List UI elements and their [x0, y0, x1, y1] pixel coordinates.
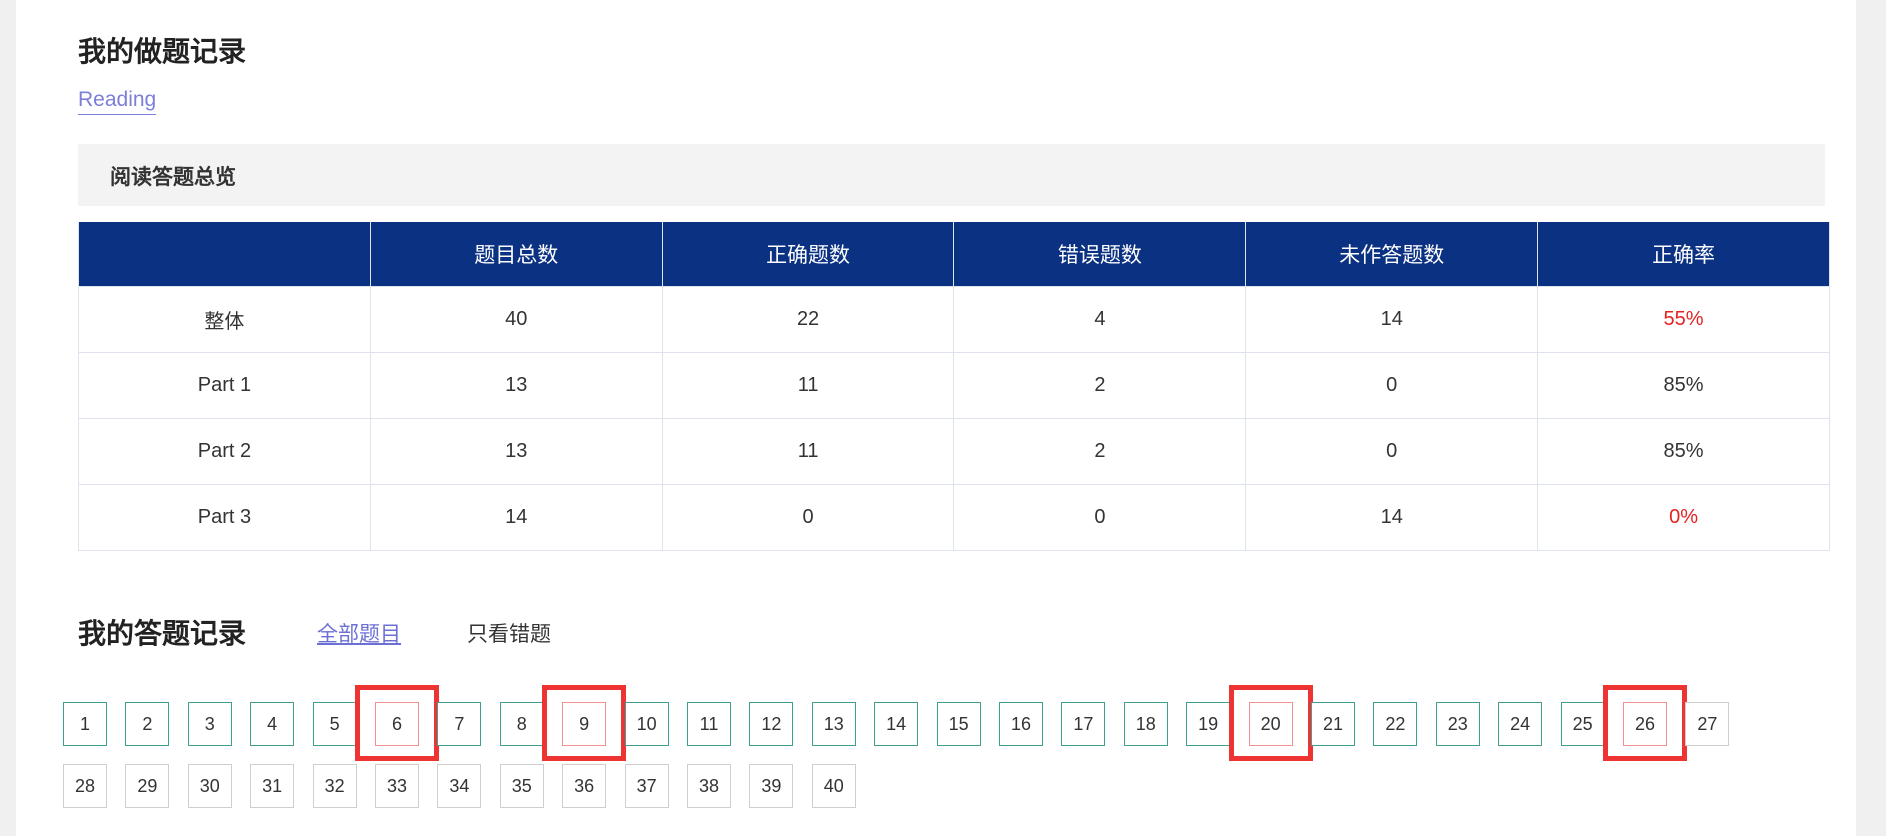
header-cell-correct: 正确题数	[661, 222, 955, 287]
question-button-7[interactable]: 7	[437, 702, 482, 746]
table-row: Part 3 14 0 0 14 0%	[78, 484, 1830, 551]
question-button-39[interactable]: 39	[749, 764, 794, 808]
question-button-5[interactable]: 5	[312, 702, 357, 746]
cell-total: 40	[369, 286, 663, 353]
question-button-36[interactable]: 36	[562, 764, 607, 808]
question-button-15[interactable]: 15	[936, 702, 981, 746]
main-panel: 我的做题记录 Reading 阅读答题总览 题目总数 正确题数 错误题数 未作答…	[16, 0, 1856, 836]
question-button-17[interactable]: 17	[1061, 702, 1106, 746]
question-button-4[interactable]: 4	[250, 702, 295, 746]
header-cell-label	[78, 222, 371, 287]
question-button-12[interactable]: 12	[749, 702, 794, 746]
question-button-16[interactable]: 16	[999, 702, 1043, 746]
header-cell-rate: 正确率	[1537, 222, 1830, 287]
question-button-14[interactable]: 14	[874, 702, 919, 746]
question-button-24[interactable]: 24	[1498, 702, 1543, 746]
cell-wrong: 0	[953, 484, 1247, 551]
cell-rate: 0%	[1537, 484, 1830, 551]
question-button-28[interactable]: 28	[63, 764, 107, 808]
question-button-31[interactable]: 31	[250, 764, 295, 808]
cell-wrong: 4	[953, 286, 1247, 353]
cell-label: 整体	[78, 286, 371, 353]
question-button-13[interactable]: 13	[811, 702, 856, 746]
cell-label: Part 2	[78, 418, 371, 485]
record-title: 我的答题记录	[78, 617, 247, 650]
question-button-8[interactable]: 8	[499, 702, 544, 746]
question-button-25[interactable]: 25	[1560, 702, 1605, 746]
question-button-35[interactable]: 35	[499, 764, 544, 808]
question-button-19[interactable]: 19	[1186, 702, 1231, 746]
page-title: 我的做题记录	[78, 35, 247, 68]
summary-table: 题目总数 正确题数 错误题数 未作答题数 正确率 整体 40 22 4 14 55% Par…	[78, 222, 1830, 551]
table-row: Part 1 13 11 2 0 85%	[78, 352, 1830, 419]
question-button-32[interactable]: 32	[312, 764, 357, 808]
table-header-row: 题目总数 正确题数 错误题数 未作答题数 正确率	[78, 222, 1830, 287]
cell-unanswered: 0	[1245, 352, 1539, 419]
question-button-6[interactable]: 6	[375, 702, 419, 746]
cell-label: Part 1	[78, 352, 371, 419]
cell-rate: 55%	[1537, 286, 1830, 353]
question-button-29[interactable]: 29	[125, 764, 170, 808]
question-button-23[interactable]: 23	[1435, 702, 1480, 746]
question-button-2[interactable]: 2	[125, 702, 170, 746]
question-button-34[interactable]: 34	[437, 764, 482, 808]
cell-unanswered: 14	[1245, 484, 1539, 551]
cell-unanswered: 0	[1245, 418, 1539, 485]
cell-unanswered: 14	[1245, 286, 1539, 353]
cell-wrong: 2	[953, 418, 1247, 485]
cell-correct: 11	[661, 418, 955, 485]
question-button-38[interactable]: 38	[687, 764, 731, 808]
question-button-30[interactable]: 30	[187, 764, 232, 808]
cell-correct: 22	[661, 286, 955, 353]
table-row: 整体 40 22 4 14 55%	[78, 286, 1830, 353]
overview-title: 阅读答题总览	[110, 165, 236, 189]
tab-reading[interactable]: Reading	[78, 88, 157, 115]
question-button-33[interactable]: 33	[375, 764, 419, 808]
overview-header: 阅读答题总览	[78, 144, 1825, 206]
question-button-22[interactable]: 22	[1373, 702, 1418, 746]
cell-rate: 85%	[1537, 418, 1830, 485]
cell-total: 14	[369, 484, 663, 551]
question-button-1[interactable]: 1	[63, 702, 107, 746]
question-button-10[interactable]: 10	[624, 702, 669, 746]
question-button-20[interactable]: 20	[1248, 702, 1293, 746]
question-button-26[interactable]: 26	[1623, 702, 1667, 746]
filter-all-link[interactable]: 全部题目	[317, 618, 401, 648]
question-button-3[interactable]: 3	[187, 702, 232, 746]
question-button-37[interactable]: 37	[624, 764, 669, 808]
question-button-9[interactable]: 9	[562, 702, 607, 746]
cell-total: 13	[369, 352, 663, 419]
cell-label: Part 3	[78, 484, 371, 551]
table-row: Part 2 13 11 2 0 85%	[78, 418, 1830, 485]
header-cell-unanswered: 未作答题数	[1245, 222, 1539, 287]
cell-wrong: 2	[953, 352, 1247, 419]
question-button-21[interactable]: 21	[1311, 702, 1355, 746]
scrollbar[interactable]	[1856, 0, 1886, 836]
cell-correct: 11	[661, 352, 955, 419]
header-cell-wrong: 错误题数	[953, 222, 1247, 287]
cell-correct: 0	[661, 484, 955, 551]
filter-wrong-only-link[interactable]: 只看错题	[467, 618, 551, 648]
question-button-40[interactable]: 40	[811, 764, 856, 808]
question-button-18[interactable]: 18	[1123, 702, 1168, 746]
cell-rate: 85%	[1537, 352, 1830, 419]
question-button-11[interactable]: 11	[687, 702, 731, 746]
header-cell-total: 题目总数	[369, 222, 663, 287]
question-button-27[interactable]: 27	[1685, 702, 1730, 746]
cell-total: 13	[369, 418, 663, 485]
